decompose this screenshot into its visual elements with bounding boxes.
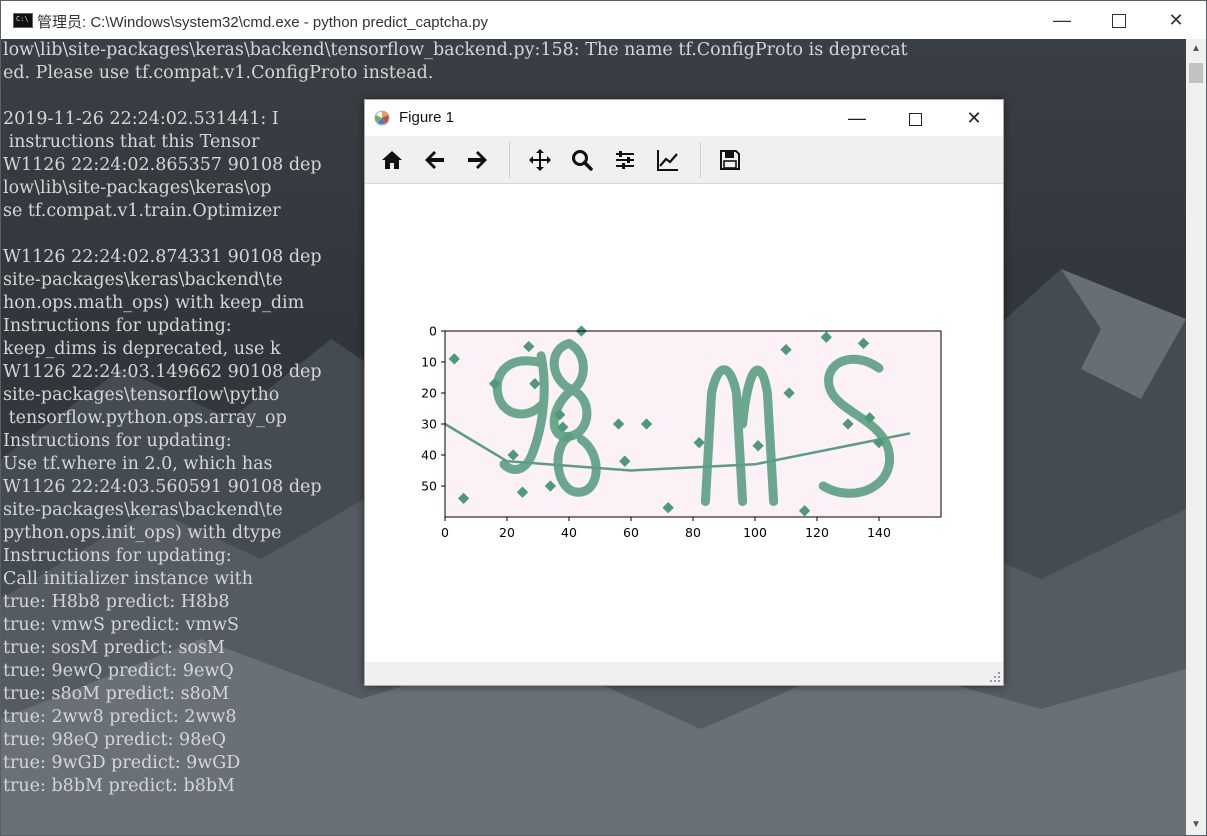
console-line: true: b8bM predict: b8bM — [3, 776, 235, 796]
cmd-window-title: 管理员: C:\Windows\system32\cmd.exe - pytho… — [37, 14, 489, 31]
scroll-up-arrow-icon[interactable]: ▲ — [1186, 39, 1206, 59]
pan-button[interactable] — [522, 142, 558, 178]
y-tick-label: 50 — [421, 479, 437, 494]
y-axis: 0 10 20 30 40 50 — [421, 324, 445, 494]
y-tick-label: 10 — [421, 355, 437, 370]
figure-window: Figure 1 — ✕ 0 20 40 60 80 100 120 140 0… — [364, 99, 1004, 686]
home-button[interactable] — [374, 142, 410, 178]
figure-canvas[interactable]: 0 20 40 60 80 100 120 140 0 10 20 30 40 50 — [365, 184, 1003, 662]
zoom-button[interactable] — [564, 142, 600, 178]
back-button[interactable] — [417, 142, 453, 178]
figure-maximize-button[interactable] — [886, 100, 944, 136]
x-tick-label: 0 — [441, 525, 449, 540]
figure-statusbar — [365, 662, 1003, 685]
back-arrow-icon — [425, 151, 444, 169]
forward-button[interactable] — [459, 142, 495, 178]
cmd-titlebar: C:\ 管理员: C:\Windows\system32\cmd.exe - p… — [1, 1, 1206, 39]
x-tick-label: 40 — [561, 525, 577, 540]
figure-titlebar: Figure 1 — ✕ — [365, 100, 1003, 136]
x-axis: 0 20 40 60 80 100 120 140 — [441, 517, 891, 540]
edit-axes-button[interactable] — [650, 142, 686, 178]
navigation-toolbar — [365, 136, 1003, 184]
close-button[interactable]: ✕ — [1147, 1, 1205, 39]
figure-close-button[interactable]: ✕ — [945, 100, 1003, 136]
figure-title: Figure 1 — [399, 109, 455, 126]
x-tick-label: 100 — [743, 525, 767, 540]
scroll-down-arrow-icon[interactable]: ▼ — [1186, 815, 1206, 835]
scrollbar-thumb[interactable] — [1189, 63, 1203, 83]
console-line: low\lib\site-packages\keras\backend\tens… — [3, 40, 908, 60]
configure-subplots-icon — [616, 151, 634, 169]
pan-icon — [529, 149, 551, 171]
console-line: true: 98eQ predict: 98eQ — [3, 730, 227, 750]
resize-grip-icon[interactable] — [990, 672, 1000, 682]
x-tick-label: 120 — [805, 525, 829, 540]
edit-axes-icon — [657, 150, 678, 171]
captcha-image-plot: 0 20 40 60 80 100 120 140 0 10 20 30 40 50 — [421, 324, 942, 540]
matplotlib-icon — [374, 110, 390, 126]
maximize-button[interactable] — [1090, 1, 1148, 39]
cmd-icon: C:\ — [13, 13, 33, 28]
vertical-scrollbar[interactable]: ▲ ▼ — [1186, 39, 1206, 835]
y-tick-label: 30 — [421, 417, 437, 432]
console-line: true: 9wGD predict: 9wGD — [3, 753, 241, 773]
toolbar-separator — [700, 142, 701, 178]
save-button[interactable] — [712, 142, 748, 178]
forward-arrow-icon — [468, 151, 487, 169]
zoom-icon — [572, 150, 593, 171]
console-line: true: 2ww8 predict: 2ww8 — [3, 707, 237, 727]
figure-minimize-button[interactable]: — — [828, 100, 886, 136]
save-icon — [720, 150, 740, 170]
console-line: ed. Please use tf.compat.v1.ConfigProto … — [3, 63, 434, 83]
x-tick-label: 140 — [867, 525, 891, 540]
x-tick-label: 80 — [685, 525, 701, 540]
maximize-icon — [908, 112, 922, 126]
home-icon — [382, 151, 402, 169]
y-tick-label: 40 — [421, 448, 437, 463]
configure-subplots-button[interactable] — [607, 142, 643, 178]
minimize-button[interactable]: — — [1033, 1, 1091, 39]
y-tick-label: 0 — [429, 324, 437, 339]
maximize-icon — [1112, 14, 1126, 29]
x-tick-label: 60 — [623, 525, 639, 540]
x-tick-label: 20 — [499, 525, 515, 540]
y-tick-label: 20 — [421, 386, 437, 401]
toolbar-separator — [509, 142, 510, 178]
console-line: true: s8oM predict: s8oM — [3, 684, 230, 704]
captcha-image — [444, 325, 941, 517]
